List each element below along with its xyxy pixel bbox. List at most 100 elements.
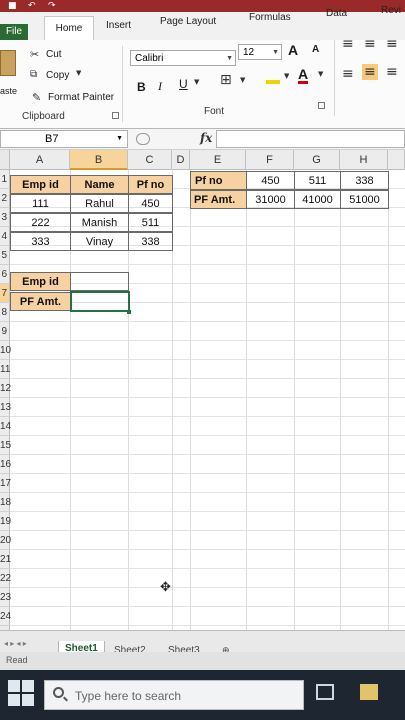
align-bottom-icon[interactable]: ≡ bbox=[386, 36, 398, 52]
save-icon[interactable]: ■ bbox=[8, 1, 17, 11]
folder-icon[interactable] bbox=[360, 684, 378, 700]
chevron-down-icon[interactable]: ▼ bbox=[318, 70, 323, 78]
row-header[interactable]: 6 bbox=[0, 265, 10, 284]
cell-h2[interactable]: 51000 bbox=[340, 190, 389, 209]
chevron-down-icon[interactable]: ▼ bbox=[284, 72, 289, 80]
cell-b4[interactable]: Vinay bbox=[70, 232, 129, 251]
shrink-font-button[interactable]: A bbox=[312, 44, 319, 55]
font-color-button[interactable]: A bbox=[298, 67, 309, 84]
cell-a3[interactable]: 222 bbox=[10, 213, 71, 232]
cell-b2[interactable]: Rahul bbox=[70, 194, 129, 213]
taskbar-search-box[interactable]: Type here to search bbox=[44, 680, 304, 710]
paste-icon[interactable] bbox=[0, 50, 16, 76]
row-header[interactable]: 15 bbox=[0, 436, 11, 455]
column-header-e[interactable]: E bbox=[190, 150, 246, 170]
cell-b1[interactable]: Name bbox=[70, 175, 129, 194]
windows-start-icon[interactable] bbox=[6, 678, 36, 708]
column-header-i[interactable] bbox=[388, 150, 405, 170]
cell-a2[interactable]: 111 bbox=[10, 194, 71, 213]
cell-e2[interactable]: PF Amt. bbox=[190, 190, 247, 209]
select-all-corner[interactable] bbox=[0, 150, 10, 170]
cell-f1[interactable]: 450 bbox=[246, 171, 295, 190]
tab-formulas[interactable]: Formulas bbox=[249, 12, 291, 23]
chevron-down-icon[interactable]: ▼ bbox=[76, 69, 81, 77]
tab-review[interactable]: Revi bbox=[381, 5, 401, 16]
font-launcher-icon[interactable] bbox=[318, 102, 325, 109]
column-header-b[interactable]: B bbox=[70, 150, 128, 170]
align-top-icon[interactable]: ≡ bbox=[342, 36, 354, 52]
bold-button[interactable]: B bbox=[137, 80, 146, 94]
underline-button[interactable]: U bbox=[179, 77, 188, 91]
formula-cancel-icon[interactable] bbox=[136, 133, 150, 145]
align-center-icon[interactable]: ≡ bbox=[362, 64, 378, 80]
row-header[interactable]: 1 bbox=[0, 170, 10, 189]
paste-button[interactable]: aste bbox=[0, 86, 17, 96]
column-header-g[interactable]: G bbox=[294, 150, 340, 170]
row-header[interactable]: 12 bbox=[0, 379, 11, 398]
copy-button[interactable]: Copy bbox=[46, 70, 69, 81]
row-header[interactable]: 7 bbox=[0, 284, 10, 303]
cell-e1[interactable]: Pf no bbox=[190, 171, 247, 190]
cell-c2[interactable]: 450 bbox=[128, 194, 173, 213]
format-painter-button[interactable]: Format Painter bbox=[48, 92, 114, 103]
row-header[interactable]: 14 bbox=[0, 417, 11, 436]
cell-c3[interactable]: 511 bbox=[128, 213, 173, 232]
tab-page-layout[interactable]: Page Layout bbox=[160, 16, 216, 27]
row-header[interactable]: 17 bbox=[0, 474, 11, 493]
row-header[interactable]: 19 bbox=[0, 512, 11, 531]
cell-a1[interactable]: Emp id bbox=[10, 175, 71, 194]
row-header[interactable]: 8 bbox=[0, 303, 10, 322]
column-header-a[interactable]: A bbox=[10, 150, 70, 170]
row-header[interactable]: 11 bbox=[0, 360, 10, 379]
cell-b6[interactable] bbox=[70, 272, 129, 291]
column-header-f[interactable]: F bbox=[246, 150, 294, 170]
cell-a6[interactable]: Emp id bbox=[10, 272, 71, 291]
cut-button[interactable]: Cut bbox=[46, 49, 62, 60]
tab-data[interactable]: Data bbox=[326, 8, 347, 19]
row-header[interactable]: 24 bbox=[0, 607, 11, 626]
cell-c4[interactable]: 338 bbox=[128, 232, 173, 251]
chevron-down-icon[interactable]: ▼ bbox=[194, 78, 199, 86]
row-header[interactable]: 18 bbox=[0, 493, 11, 512]
grow-font-button[interactable]: A bbox=[288, 42, 298, 58]
tab-file[interactable]: File bbox=[0, 24, 28, 40]
cell-b3[interactable]: Manish bbox=[70, 213, 129, 232]
chevron-down-icon[interactable]: ▼ bbox=[240, 76, 245, 84]
chevron-down-icon[interactable]: ▼ bbox=[272, 45, 279, 61]
redo-icon[interactable]: ↷ bbox=[48, 1, 56, 11]
task-view-icon[interactable] bbox=[316, 684, 334, 700]
row-header[interactable]: 3 bbox=[0, 208, 10, 227]
row-header[interactable]: 21 bbox=[0, 550, 11, 569]
row-header[interactable]: 4 bbox=[0, 227, 10, 246]
worksheet-grid[interactable]: A B C D E F G H 1 2 3 4 5 6 7 8 9 10 11 12 13 14 15 16 1… bbox=[0, 150, 405, 645]
font-name-combo[interactable]: Calibri ▼ bbox=[130, 50, 236, 66]
align-middle-icon[interactable]: ≡ bbox=[364, 36, 376, 52]
font-size-combo[interactable]: 12 ▼ bbox=[238, 44, 282, 60]
align-left-icon[interactable]: ≡ bbox=[342, 66, 354, 82]
column-header-h[interactable]: H bbox=[340, 150, 388, 170]
tab-insert[interactable]: Insert bbox=[106, 20, 131, 31]
row-header[interactable]: 5 bbox=[0, 246, 10, 265]
insert-function-button[interactable]: fx bbox=[200, 131, 212, 145]
row-header[interactable]: 10 bbox=[0, 341, 11, 360]
fill-handle[interactable] bbox=[127, 310, 131, 314]
chevron-down-icon[interactable]: ▼ bbox=[116, 131, 123, 147]
row-header[interactable]: 16 bbox=[0, 455, 11, 474]
column-header-d[interactable]: D bbox=[172, 150, 190, 170]
name-box[interactable]: B7 ▼ bbox=[0, 130, 128, 148]
cell-g1[interactable]: 511 bbox=[294, 171, 341, 190]
undo-icon[interactable]: ↶ bbox=[28, 1, 36, 11]
cell-f2[interactable]: 31000 bbox=[246, 190, 295, 209]
row-header[interactable]: 13 bbox=[0, 398, 11, 417]
sheet-nav-icon[interactable]: ◂ ▸ ◂ ▸ bbox=[4, 639, 27, 648]
align-right-icon[interactable]: ≡ bbox=[386, 64, 398, 80]
row-header[interactable]: 22 bbox=[0, 569, 11, 588]
cell-h1[interactable]: 338 bbox=[340, 171, 389, 190]
italic-button[interactable]: I bbox=[158, 79, 162, 94]
column-header-c[interactable]: C bbox=[128, 150, 172, 170]
cell-c1[interactable]: Pf no bbox=[128, 175, 173, 194]
row-header[interactable]: 9 bbox=[0, 322, 10, 341]
row-header[interactable]: 23 bbox=[0, 588, 11, 607]
cell-a7[interactable]: PF Amt. bbox=[10, 292, 71, 311]
cell-g2[interactable]: 41000 bbox=[294, 190, 341, 209]
